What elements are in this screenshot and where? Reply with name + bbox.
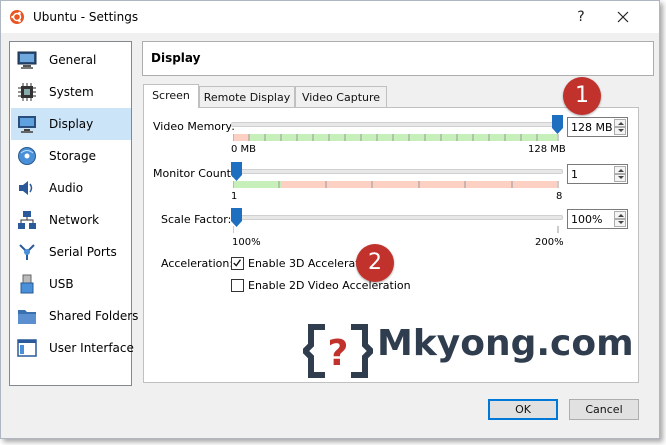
monitor-count-slider-thumb[interactable] bbox=[231, 162, 242, 181]
video-memory-max-label: 128 MB bbox=[528, 144, 566, 155]
video-memory-spinbox[interactable]: 128 MB bbox=[567, 117, 628, 137]
sidebar-item-label: System bbox=[49, 85, 94, 99]
sidebar-item-usb[interactable]: USB bbox=[11, 268, 131, 300]
monitor-count-spinbox[interactable]: 1 bbox=[567, 164, 628, 184]
video-memory-increase-button[interactable] bbox=[614, 119, 626, 127]
scale-factor-ticks bbox=[233, 226, 559, 233]
help-button[interactable]: ? bbox=[571, 7, 591, 27]
sidebar-item-serial-ports[interactable]: Serial Ports bbox=[11, 236, 131, 268]
scale-factor-slider-thumb[interactable] bbox=[231, 208, 242, 227]
video-memory-decrease-button[interactable] bbox=[614, 127, 626, 135]
sidebar-item-label: USB bbox=[49, 277, 74, 291]
checkmark-icon bbox=[233, 259, 242, 267]
scale-factor-spinbox[interactable]: 100% bbox=[567, 209, 628, 229]
enable-2d-video-acceleration-label[interactable]: Enable 2D Video Acceleration bbox=[248, 279, 411, 292]
logo-question-mark: ? bbox=[328, 333, 349, 374]
enable-3d-acceleration-checkbox[interactable] bbox=[231, 257, 244, 270]
sidebar-item-system[interactable]: System bbox=[11, 76, 131, 108]
sidebar-item-label: General bbox=[49, 53, 97, 67]
sidebar-item-audio[interactable]: Audio bbox=[11, 172, 131, 204]
close-icon[interactable] bbox=[613, 7, 633, 27]
enable-2d-video-acceleration-checkbox[interactable] bbox=[231, 279, 244, 292]
usb-icon bbox=[20, 274, 34, 294]
section-title: Display bbox=[151, 51, 201, 65]
annotation-badge-2: 2 bbox=[356, 244, 394, 282]
video-memory-slider-track[interactable] bbox=[231, 122, 563, 127]
shared-folders-icon bbox=[18, 310, 36, 324]
annotation-badge-1: 1 bbox=[563, 77, 601, 115]
sidebar-item-label: User Interface bbox=[49, 341, 134, 355]
sidebar-item-label: Storage bbox=[49, 149, 96, 163]
ok-button[interactable]: OK bbox=[488, 399, 558, 420]
sidebar-item-label: Shared Folders bbox=[49, 309, 139, 323]
sidebar-item-display[interactable]: Display bbox=[11, 108, 131, 140]
video-memory-slider-thumb[interactable] bbox=[552, 115, 563, 134]
settings-window: Ubuntu - Settings ? General System Displ… bbox=[0, 0, 660, 439]
sidebar-item-shared-folders[interactable]: Shared Folders bbox=[11, 300, 138, 332]
sidebar-item-network[interactable]: Network bbox=[11, 204, 131, 236]
sidebar-item-label: Network bbox=[49, 213, 100, 227]
video-memory-label: Video Memory: bbox=[153, 120, 235, 133]
monitor-count-ticks bbox=[233, 181, 559, 188]
tab-screen[interactable]: Screen bbox=[143, 84, 199, 108]
monitor-count-slider-track[interactable] bbox=[231, 169, 563, 174]
monitor-count-min-label: 1 bbox=[231, 191, 238, 202]
sidebar-item-user-interface[interactable]: User Interface bbox=[11, 332, 134, 364]
video-memory-min-label: 0 MB bbox=[231, 144, 257, 155]
scale-factor-value: 100% bbox=[571, 213, 603, 226]
scale-factor-min-label: 100% bbox=[232, 237, 261, 248]
tab-remote-display[interactable]: Remote Display bbox=[199, 86, 295, 107]
audio-icon bbox=[19, 181, 33, 195]
monitor-count-max-label: 8 bbox=[556, 191, 563, 202]
settings-sidebar: General System Display Storage Audio Net… bbox=[9, 41, 138, 386]
scale-factor-decrease-button[interactable] bbox=[614, 219, 626, 227]
scale-factor-slider-track[interactable] bbox=[231, 215, 563, 220]
acceleration-label: Acceleration: bbox=[161, 257, 234, 270]
sidebar-item-storage[interactable]: Storage bbox=[11, 140, 131, 172]
virtualbox-ubuntu-icon bbox=[10, 10, 24, 24]
storage-icon bbox=[18, 147, 36, 165]
cancel-button[interactable]: Cancel bbox=[569, 399, 639, 420]
section-header: Display bbox=[142, 41, 654, 76]
scale-factor-label: Scale Factor: bbox=[161, 213, 232, 226]
sidebar-item-general[interactable]: General bbox=[11, 44, 131, 76]
user-interface-icon bbox=[17, 339, 37, 357]
general-icon bbox=[17, 51, 37, 69]
monitor-count-label: Monitor Count: bbox=[153, 167, 235, 180]
monitor-count-value: 1 bbox=[571, 168, 578, 181]
title-bar: Ubuntu - Settings ? bbox=[1, 1, 659, 33]
window-title: Ubuntu - Settings bbox=[33, 10, 139, 24]
tab-label: Screen bbox=[152, 89, 190, 102]
tab-label: Remote Display bbox=[203, 91, 291, 104]
monitor-count-decrease-button[interactable] bbox=[614, 174, 626, 182]
sidebar-item-label: Display bbox=[49, 117, 94, 131]
sidebar-item-label: Serial Ports bbox=[49, 245, 117, 259]
sidebar-item-label: Audio bbox=[49, 181, 84, 195]
mkyong-watermark: ? Mkyong.com bbox=[301, 321, 634, 381]
monitor-count-increase-button[interactable] bbox=[614, 166, 626, 174]
tab-video-capture[interactable]: Video Capture bbox=[295, 86, 387, 107]
scale-factor-increase-button[interactable] bbox=[614, 211, 626, 219]
network-icon bbox=[18, 211, 36, 229]
display-icon bbox=[18, 116, 36, 133]
tab-label: Video Capture bbox=[301, 91, 381, 104]
serial-ports-icon bbox=[19, 244, 35, 260]
video-memory-ticks bbox=[233, 134, 559, 141]
video-memory-value: 128 MB bbox=[571, 121, 613, 134]
watermark-text: Mkyong.com bbox=[377, 323, 634, 364]
scale-factor-max-label: 200% bbox=[535, 237, 564, 248]
system-icon bbox=[18, 83, 36, 101]
mkyong-logo-icon: ? bbox=[303, 324, 373, 378]
